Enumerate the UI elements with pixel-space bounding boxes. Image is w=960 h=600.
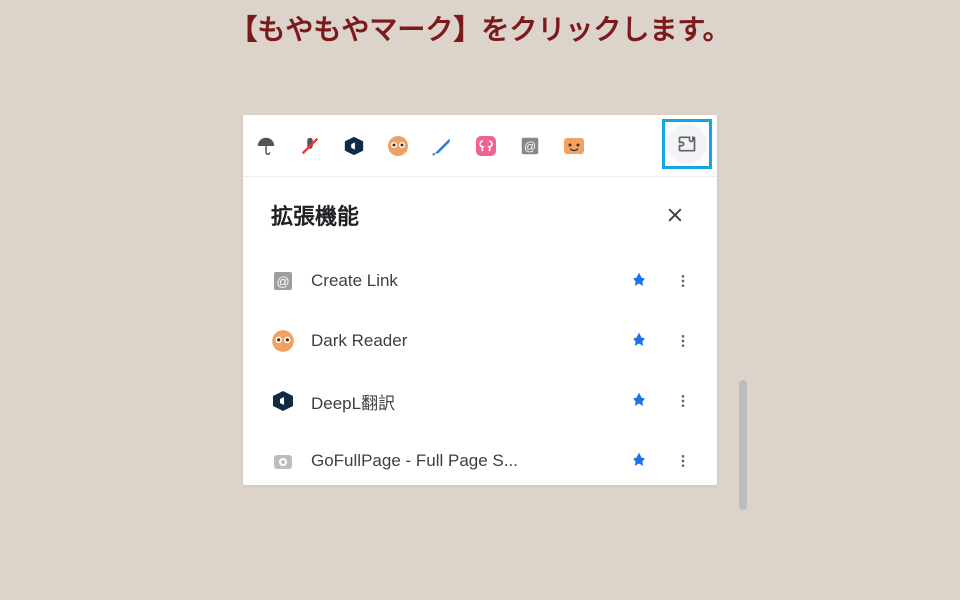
extension-label: Dark Reader [311, 331, 609, 351]
brain-icon[interactable] [473, 133, 499, 159]
instruction-text: 【もやもやマーク】をクリックします。 [0, 8, 960, 48]
extensions-list: @ Create Link Dark Reader [243, 239, 717, 491]
create-link-icon: @ [269, 267, 297, 295]
close-button[interactable] [661, 201, 689, 229]
extension-label: Create Link [311, 271, 609, 291]
dark-reader-icon [269, 327, 297, 355]
more-button[interactable] [669, 265, 697, 297]
extensions-button[interactable] [667, 124, 707, 164]
extension-label: DeepL翻訳 [311, 389, 609, 414]
more-button[interactable] [669, 445, 697, 477]
panel-header: 拡張機能 [243, 177, 717, 239]
list-item[interactable]: DeepL翻訳 [251, 371, 709, 431]
pin-button[interactable] [623, 385, 655, 417]
umbrella-icon[interactable] [253, 133, 279, 159]
list-item[interactable]: Dark Reader [251, 311, 709, 371]
pin-button[interactable] [623, 265, 655, 297]
face-icon[interactable] [561, 133, 587, 159]
pin-button[interactable] [623, 325, 655, 357]
link-at-icon[interactable]: @ [517, 133, 543, 159]
feather-icon[interactable] [429, 133, 455, 159]
list-item[interactable]: @ Create Link [251, 251, 709, 311]
deepl-icon[interactable] [341, 133, 367, 159]
gofullpage-icon [269, 447, 297, 475]
extension-label: GoFullPage - Full Page S... [311, 451, 609, 471]
scrollbar[interactable] [737, 230, 751, 600]
panel-title: 拡張機能 [271, 199, 359, 231]
deepl-translate-icon [269, 387, 297, 415]
more-button[interactable] [669, 325, 697, 357]
toolbar-icons: @ [253, 133, 587, 159]
toolbar-strip: @ [243, 115, 717, 177]
pin-button[interactable] [623, 445, 655, 477]
scrollbar-thumb[interactable] [739, 380, 747, 510]
more-button[interactable] [669, 385, 697, 417]
list-item[interactable]: GoFullPage - Full Page S... [251, 431, 709, 491]
extensions-popup: @ 拡張機能 @ Create Link [243, 115, 717, 485]
darkreader-icon[interactable] [385, 133, 411, 159]
mic-off-icon[interactable] [297, 133, 323, 159]
svg-text:@: @ [524, 139, 536, 153]
svg-text:@: @ [276, 274, 289, 289]
